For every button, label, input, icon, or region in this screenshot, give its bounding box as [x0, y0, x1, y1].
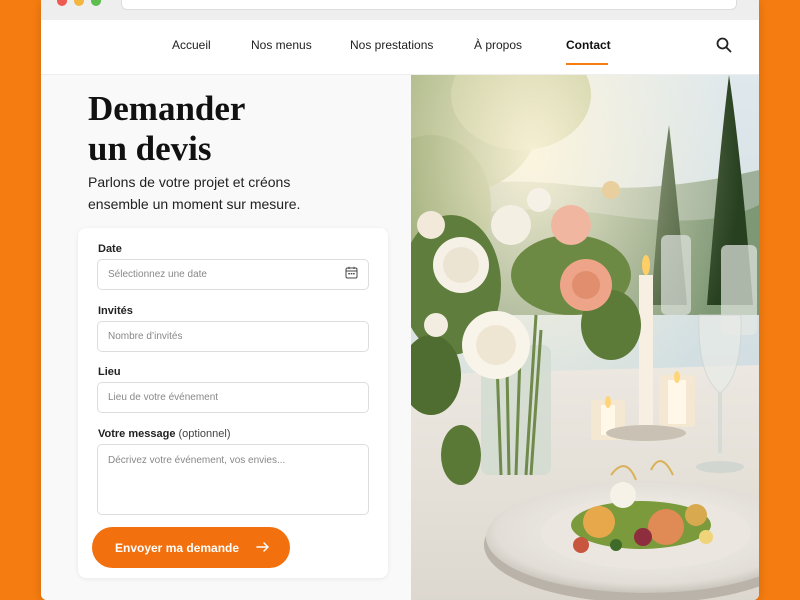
- search-icon[interactable]: [715, 36, 733, 54]
- browser-window: Accueil Nos menus Nos prestations À prop…: [41, 0, 759, 600]
- message-optional-hint: (optionnel): [178, 428, 231, 440]
- quote-request-panel: Demander un devis Parlons de votre proje…: [41, 75, 411, 600]
- nav-item-nos-prestations[interactable]: Nos prestations: [350, 20, 433, 70]
- page-subtitle-line1: Parlons de votre projet et créons: [88, 174, 291, 190]
- location-label: Lieu: [98, 366, 121, 378]
- page-title-line1: Demander: [88, 89, 246, 128]
- guests-label: Invités: [98, 305, 133, 317]
- message-label-text: Votre message: [98, 428, 176, 440]
- message-label: Votre message (optionnel): [98, 428, 231, 440]
- address-bar[interactable]: [121, 0, 737, 10]
- active-nav-indicator: [566, 63, 608, 65]
- nav-item-nos-menus[interactable]: Nos menus: [251, 20, 312, 70]
- maximize-window-button[interactable]: [91, 0, 101, 6]
- arrow-right-icon: [256, 541, 270, 553]
- minimize-window-button[interactable]: [74, 0, 84, 6]
- page-title: Demander un devis: [88, 89, 388, 169]
- submit-quote-label: Envoyer ma demande: [115, 540, 240, 555]
- location-field[interactable]: [97, 382, 369, 413]
- submit-quote-button[interactable]: Envoyer ma demande: [92, 527, 290, 568]
- nav-item-a-propos[interactable]: À propos: [474, 20, 522, 70]
- date-label: Date: [98, 243, 122, 255]
- quote-form: Date Invités Lieu Votre message: [78, 228, 388, 578]
- window-titlebar: [41, 0, 759, 20]
- close-window-button[interactable]: [57, 0, 67, 6]
- message-field[interactable]: [97, 444, 369, 515]
- top-navigation: Accueil Nos menus Nos prestations À prop…: [41, 20, 759, 75]
- page-subtitle-line2: ensemble un moment sur mesure.: [88, 196, 301, 212]
- guests-field[interactable]: [97, 321, 369, 352]
- page-title-line2: un devis: [88, 129, 212, 168]
- event-table-photo: [411, 75, 759, 600]
- calendar-icon[interactable]: [345, 266, 358, 279]
- nav-item-accueil[interactable]: Accueil: [172, 20, 211, 70]
- date-field[interactable]: [97, 259, 369, 290]
- page-subtitle: Parlons de votre projet et créons ensemb…: [88, 171, 378, 215]
